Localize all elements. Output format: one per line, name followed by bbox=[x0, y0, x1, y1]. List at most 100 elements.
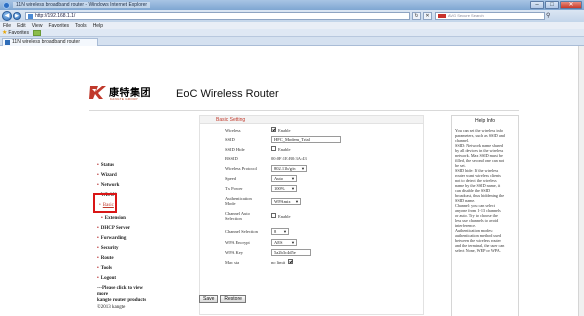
mac-check-icon[interactable] bbox=[288, 259, 294, 265]
channel-select[interactable]: 8 ▼ bbox=[271, 228, 289, 235]
menu-view[interactable]: View bbox=[32, 23, 43, 29]
menu-edit[interactable]: Edit bbox=[17, 23, 26, 29]
wlan-highlight-box bbox=[93, 193, 117, 213]
protocol-select[interactable]: 802.11b/g/n ▼ bbox=[271, 165, 307, 172]
search-input[interactable]: AVG Secure Search ⚲ bbox=[435, 12, 550, 20]
menu-bar: File Edit View Favorites Tools Help bbox=[0, 22, 584, 29]
form-actions: Save Restore bbox=[199, 295, 246, 303]
chevron-down-icon: ▼ bbox=[291, 186, 295, 191]
menu-help[interactable]: Help bbox=[93, 23, 103, 29]
promo-line-2[interactable]: more bbox=[97, 292, 108, 297]
favorites-star-icon[interactable]: ★ bbox=[2, 29, 7, 36]
ie-logo-icon bbox=[3, 1, 10, 9]
tab-bar: 11N wireless broadband router bbox=[0, 37, 584, 46]
encrypt-select[interactable]: AES ▼ bbox=[271, 239, 297, 246]
wireless-label: Wireless bbox=[225, 128, 241, 133]
nav-security[interactable]: • Security bbox=[97, 246, 119, 251]
restore-button[interactable]: Restore bbox=[220, 295, 246, 303]
stop-icon[interactable]: ✕ bbox=[423, 12, 432, 20]
chevron-down-icon: ▼ bbox=[295, 199, 299, 204]
nav-status[interactable]: • Status bbox=[97, 163, 114, 168]
page-scrollbar[interactable] bbox=[578, 46, 584, 316]
page-icon bbox=[28, 13, 33, 19]
chevron-down-icon: ▼ bbox=[291, 176, 295, 181]
product-title: EoC Wireless Router bbox=[176, 88, 279, 100]
ssid-hide-check-icon[interactable] bbox=[271, 146, 276, 152]
search-provider-icon bbox=[438, 14, 446, 18]
search-icon[interactable]: ⚲ bbox=[546, 13, 554, 19]
channel-auto-label-2: Selection bbox=[225, 216, 242, 221]
channel-auto-check-icon[interactable] bbox=[271, 213, 276, 219]
ssid-input[interactable]: HFC_Modem_Trial bbox=[271, 136, 341, 143]
maximize-button[interactable]: □ bbox=[545, 1, 559, 9]
add-favorite-icon[interactable] bbox=[32, 29, 41, 36]
favorites-label[interactable]: Favorites bbox=[8, 30, 29, 36]
ssid-hide-checkbox[interactable]: Enable bbox=[271, 146, 291, 152]
address-input[interactable]: http://192.168.1.1/ bbox=[25, 12, 410, 20]
title-bar: 11N wireless broadband router - Windows … bbox=[0, 0, 584, 10]
favorites-bar: ★ Favorites bbox=[0, 29, 584, 37]
chevron-down-icon: ▼ bbox=[291, 240, 295, 245]
search-placeholder: AVG Secure Search bbox=[448, 13, 484, 18]
auth-label-2: Mode bbox=[225, 201, 236, 206]
chevron-down-icon: ▼ bbox=[283, 229, 287, 234]
channel-label: Channel Selection bbox=[225, 229, 258, 234]
refresh-icon[interactable]: ↻ bbox=[412, 12, 421, 20]
promo-line-1[interactable]: ---Please click to view bbox=[97, 286, 143, 291]
bssid-label: BSSID bbox=[225, 156, 238, 161]
chevron-down-icon: ▼ bbox=[301, 166, 305, 171]
auth-mode-select[interactable]: WPAmix ▼ bbox=[271, 198, 301, 205]
ssid-label: SSID bbox=[225, 137, 235, 142]
nav-forwarding[interactable]: • Forwarding bbox=[97, 236, 126, 241]
close-button[interactable]: ✕ bbox=[560, 1, 582, 9]
wpa-key-input[interactable]: 5a2b3c4d5e bbox=[271, 249, 311, 256]
promo-line-3[interactable]: kangte router products bbox=[97, 298, 146, 303]
tab-title: 11N wireless broadband router bbox=[12, 39, 81, 45]
address-text: http://192.168.1.1/ bbox=[35, 13, 76, 19]
key-label: WPA Key bbox=[225, 250, 243, 255]
router-header: 康特集团 KANGTE GROUP EoC Wireless Router bbox=[89, 80, 519, 108]
save-button[interactable]: Save bbox=[199, 295, 219, 303]
tab-page-icon bbox=[5, 40, 10, 45]
wireless-check-icon[interactable] bbox=[271, 127, 276, 133]
basic-settings-form: Basic Setting Wireless Enable SSID HFC_M… bbox=[199, 115, 424, 315]
speed-select[interactable]: Auto ▼ bbox=[271, 175, 297, 182]
brand-name-en: KANGTE GROUP bbox=[110, 97, 138, 101]
copyright: ©2013 kangte bbox=[97, 305, 126, 310]
help-line: select None, WEP or WPA. bbox=[455, 248, 501, 253]
section-header: Basic Setting bbox=[200, 116, 423, 124]
menu-file[interactable]: File bbox=[3, 23, 11, 29]
txpower-select[interactable]: 100% ▼ bbox=[271, 185, 297, 192]
content-area: • Status • Wizard • Network • WLAN • Basic • E… bbox=[89, 110, 519, 316]
back-icon[interactable]: ◀ bbox=[2, 11, 12, 21]
wireless-checkbox[interactable]: Enable bbox=[271, 127, 291, 133]
nav-network[interactable]: • Network bbox=[97, 183, 119, 188]
nav-tools[interactable]: • Tools bbox=[97, 266, 112, 271]
minimize-button[interactable]: – bbox=[530, 1, 544, 9]
nav-extension[interactable]: • Extension bbox=[101, 216, 126, 221]
browser-tab[interactable]: 11N wireless broadband router bbox=[2, 38, 98, 46]
kangte-logo-icon bbox=[89, 86, 106, 99]
nav-wizard[interactable]: • Wizard bbox=[97, 173, 117, 178]
bssid-value: 00:0F:1E:B0:3A:43 bbox=[271, 156, 307, 161]
ssid-hide-label: SSID Hide bbox=[225, 147, 245, 152]
help-title: Help Info bbox=[474, 118, 495, 124]
menu-tools[interactable]: Tools bbox=[75, 23, 87, 29]
window-title: 11N wireless broadband router - Windows … bbox=[13, 2, 151, 8]
mac-limit-value[interactable]: no limit bbox=[271, 259, 295, 265]
nav-dhcp[interactable]: • DHCP Server bbox=[97, 226, 130, 231]
nav-route[interactable]: • Route bbox=[97, 256, 114, 261]
left-nav: • Status • Wizard • Network • WLAN • Basic • E… bbox=[89, 113, 177, 316]
help-panel: Help Info You can set the wireless info … bbox=[451, 115, 519, 316]
web-page: 康特集团 KANGTE GROUP EoC Wireless Router • S… bbox=[0, 46, 584, 316]
protocol-label: Wireless Protocol bbox=[225, 166, 257, 171]
speed-label: Speed bbox=[225, 176, 236, 181]
encrypt-label: WPA Encrypt bbox=[225, 240, 250, 245]
address-bar-row: ◀ ▶ http://192.168.1.1/ ↻ ✕ AVG Secure S… bbox=[0, 10, 584, 22]
nav-logout[interactable]: • Logout bbox=[97, 276, 116, 281]
channel-auto-checkbox[interactable]: Enable bbox=[271, 213, 291, 219]
section-title: Basic Setting bbox=[216, 117, 246, 123]
forward-icon[interactable]: ▶ bbox=[13, 12, 21, 20]
window-controls: – □ ✕ bbox=[530, 1, 582, 9]
menu-favorites[interactable]: Favorites bbox=[48, 23, 69, 29]
